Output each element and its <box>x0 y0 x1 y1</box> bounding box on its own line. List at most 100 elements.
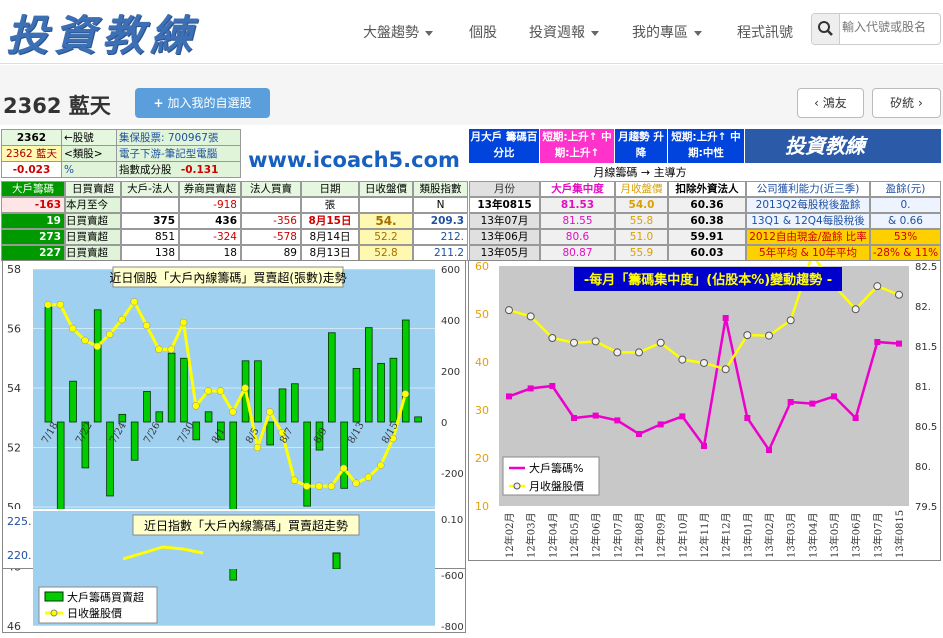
price-point <box>315 482 323 490</box>
index-label: 指數成分股 <box>119 164 172 176</box>
short-trend-box: 短期:上升↑ 中期:上升↑ <box>540 129 614 163</box>
month-row-cell: 5年平均 & 10年平均 <box>746 245 870 261</box>
chevron-down-icon <box>425 30 433 36</box>
bar <box>254 360 262 423</box>
plus-icon: + <box>153 96 164 110</box>
price-point <box>873 282 882 291</box>
bar <box>44 306 53 423</box>
nav-market-trend[interactable]: 大盤趨勢 <box>363 22 433 42</box>
month-row-cell: 80.6 <box>540 229 615 245</box>
price-point <box>851 305 860 314</box>
grid-row-cell: 851 <box>121 229 179 245</box>
month-row-cell: 13年0815 <box>469 197 540 213</box>
grid-cum-cell <box>121 197 179 213</box>
chevron-right-icon: › <box>914 96 923 110</box>
x-tick-label: 12年05月 <box>568 513 581 558</box>
nav-label: 我的專區 <box>632 25 688 41</box>
grid-row-cell: 8月14日 <box>301 229 359 245</box>
month-row-cell: & 0.66 <box>870 213 941 229</box>
search-button[interactable] <box>812 14 840 44</box>
holder-point <box>766 447 772 453</box>
chart-title: -每月「籌碼集中度」(佔股本%)變動趨勢 - <box>584 272 832 288</box>
search-input[interactable] <box>842 20 940 34</box>
holder-point <box>657 421 664 428</box>
month-row-cell: 54.0 <box>615 197 668 213</box>
grid-row-cell: 273 <box>1 229 65 245</box>
x-tick-label: 13年03月 <box>785 513 798 558</box>
x-tick-label: 13年07月 <box>871 513 884 558</box>
banner-url[interactable]: www.icoach5.com <box>243 132 465 188</box>
add-button-label: 加入我的自選股 <box>167 96 252 110</box>
chevron-down-icon <box>591 30 599 36</box>
grid-row-cell: 19 <box>1 213 65 229</box>
y2-tick-label: -600 <box>441 571 464 582</box>
grid-header-cell: 大戶籌碼 <box>1 181 65 197</box>
grid-row-cell: 209.3 <box>413 213 468 229</box>
month-row-cell: 55.9 <box>615 245 668 261</box>
y-tick-label: 50 <box>475 308 489 321</box>
legend-a-label: 大戶籌碼% <box>529 461 583 475</box>
bar <box>266 421 274 446</box>
holder-point <box>831 393 837 400</box>
grid-header-cell: 大戶-法人 <box>121 181 179 197</box>
chart-index-holders: 225. 220. 0.10 近日指數「大戶內線籌碼」買賣超走勢 <box>2 509 466 570</box>
grid-row-cell: 52.2 <box>359 229 413 245</box>
holder-point <box>896 340 902 347</box>
grid-cum-cell: -918 <box>179 197 241 213</box>
grid-cum-cell <box>241 197 301 213</box>
grid-cum-cell: 張 <box>301 197 359 213</box>
site-header: 投資教練 大盤趨勢 個股 投資週報 我的專區 程式訊號 <box>0 0 943 64</box>
price-point <box>613 348 622 357</box>
legend-bar-swatch <box>44 591 64 602</box>
bar <box>69 380 77 423</box>
price-point <box>376 461 385 470</box>
price-point <box>229 408 237 416</box>
month-row-cell: 2013Q2每股稅後盈餘 <box>746 197 870 213</box>
price-point <box>118 315 126 324</box>
legend-line-label: 日收盤股價 <box>67 606 122 620</box>
nav-weekly-report[interactable]: 投資週報 <box>529 22 599 42</box>
bar <box>291 383 299 423</box>
nav-stocks[interactable]: 個股 <box>469 22 497 42</box>
price-point <box>352 479 360 487</box>
small-logo: 投資教練 <box>745 129 941 163</box>
add-to-watchlist-button[interactable]: + 加入我的自選股 <box>135 88 270 118</box>
grid-row-cell: -578 <box>241 229 301 245</box>
month-row-cell: 0. <box>870 197 941 213</box>
grid-row-cell: 212. <box>413 229 468 245</box>
grid-row-cell: -324 <box>179 229 241 245</box>
price-point <box>339 464 348 473</box>
price-point <box>130 297 139 306</box>
grid-row-cell: 日買賣超 <box>65 229 121 245</box>
holder-point <box>527 385 534 392</box>
legend-b-marker <box>513 482 521 490</box>
bar <box>414 416 422 423</box>
grid-row-cell: 8月15日 <box>301 213 359 229</box>
prev-stock-label: 鴻友 <box>822 96 847 110</box>
chart2-svg: 60 50 40 30 20 10 82.5 82. 81.5 81. 80.5 80. 79.5 12年… <box>475 250 937 558</box>
next-stock-button[interactable]: 矽統 › <box>872 88 941 118</box>
price-point <box>155 345 163 354</box>
month-row-cell: 13年07月 <box>469 213 540 229</box>
price-point <box>56 300 65 309</box>
site-logo[interactable]: 投資教練 <box>6 2 198 63</box>
x-tick-label: 13年01月 <box>741 513 754 558</box>
price-point <box>303 482 311 490</box>
grid-row-cell: 8月13日 <box>301 245 359 261</box>
nav-program-signal[interactable]: 程式訊號 <box>737 22 793 42</box>
month-row-cell: 60.36 <box>668 197 746 213</box>
holder-point <box>679 413 686 420</box>
nav-label: 個股 <box>469 25 497 41</box>
cell-category-label: <類股> <box>61 145 117 162</box>
y2-tick-label: -800 <box>441 622 464 633</box>
bar <box>167 352 176 423</box>
stock-name: 藍天 <box>68 94 111 118</box>
stock-code: 2362 <box>3 94 62 118</box>
bar <box>180 357 188 423</box>
nav-my-area[interactable]: 我的專區 <box>632 22 702 42</box>
month-holder-box: 月大戶 籌碼百分比 <box>469 129 539 163</box>
short-trend-box-2: 短期:上升↑ 中期:中性 <box>668 129 744 163</box>
prev-stock-button[interactable]: ‹ 鴻友 <box>797 88 864 118</box>
y2-tick-label: 0.10 <box>441 515 463 526</box>
month-header-cell: 月收盤價 <box>615 181 668 197</box>
